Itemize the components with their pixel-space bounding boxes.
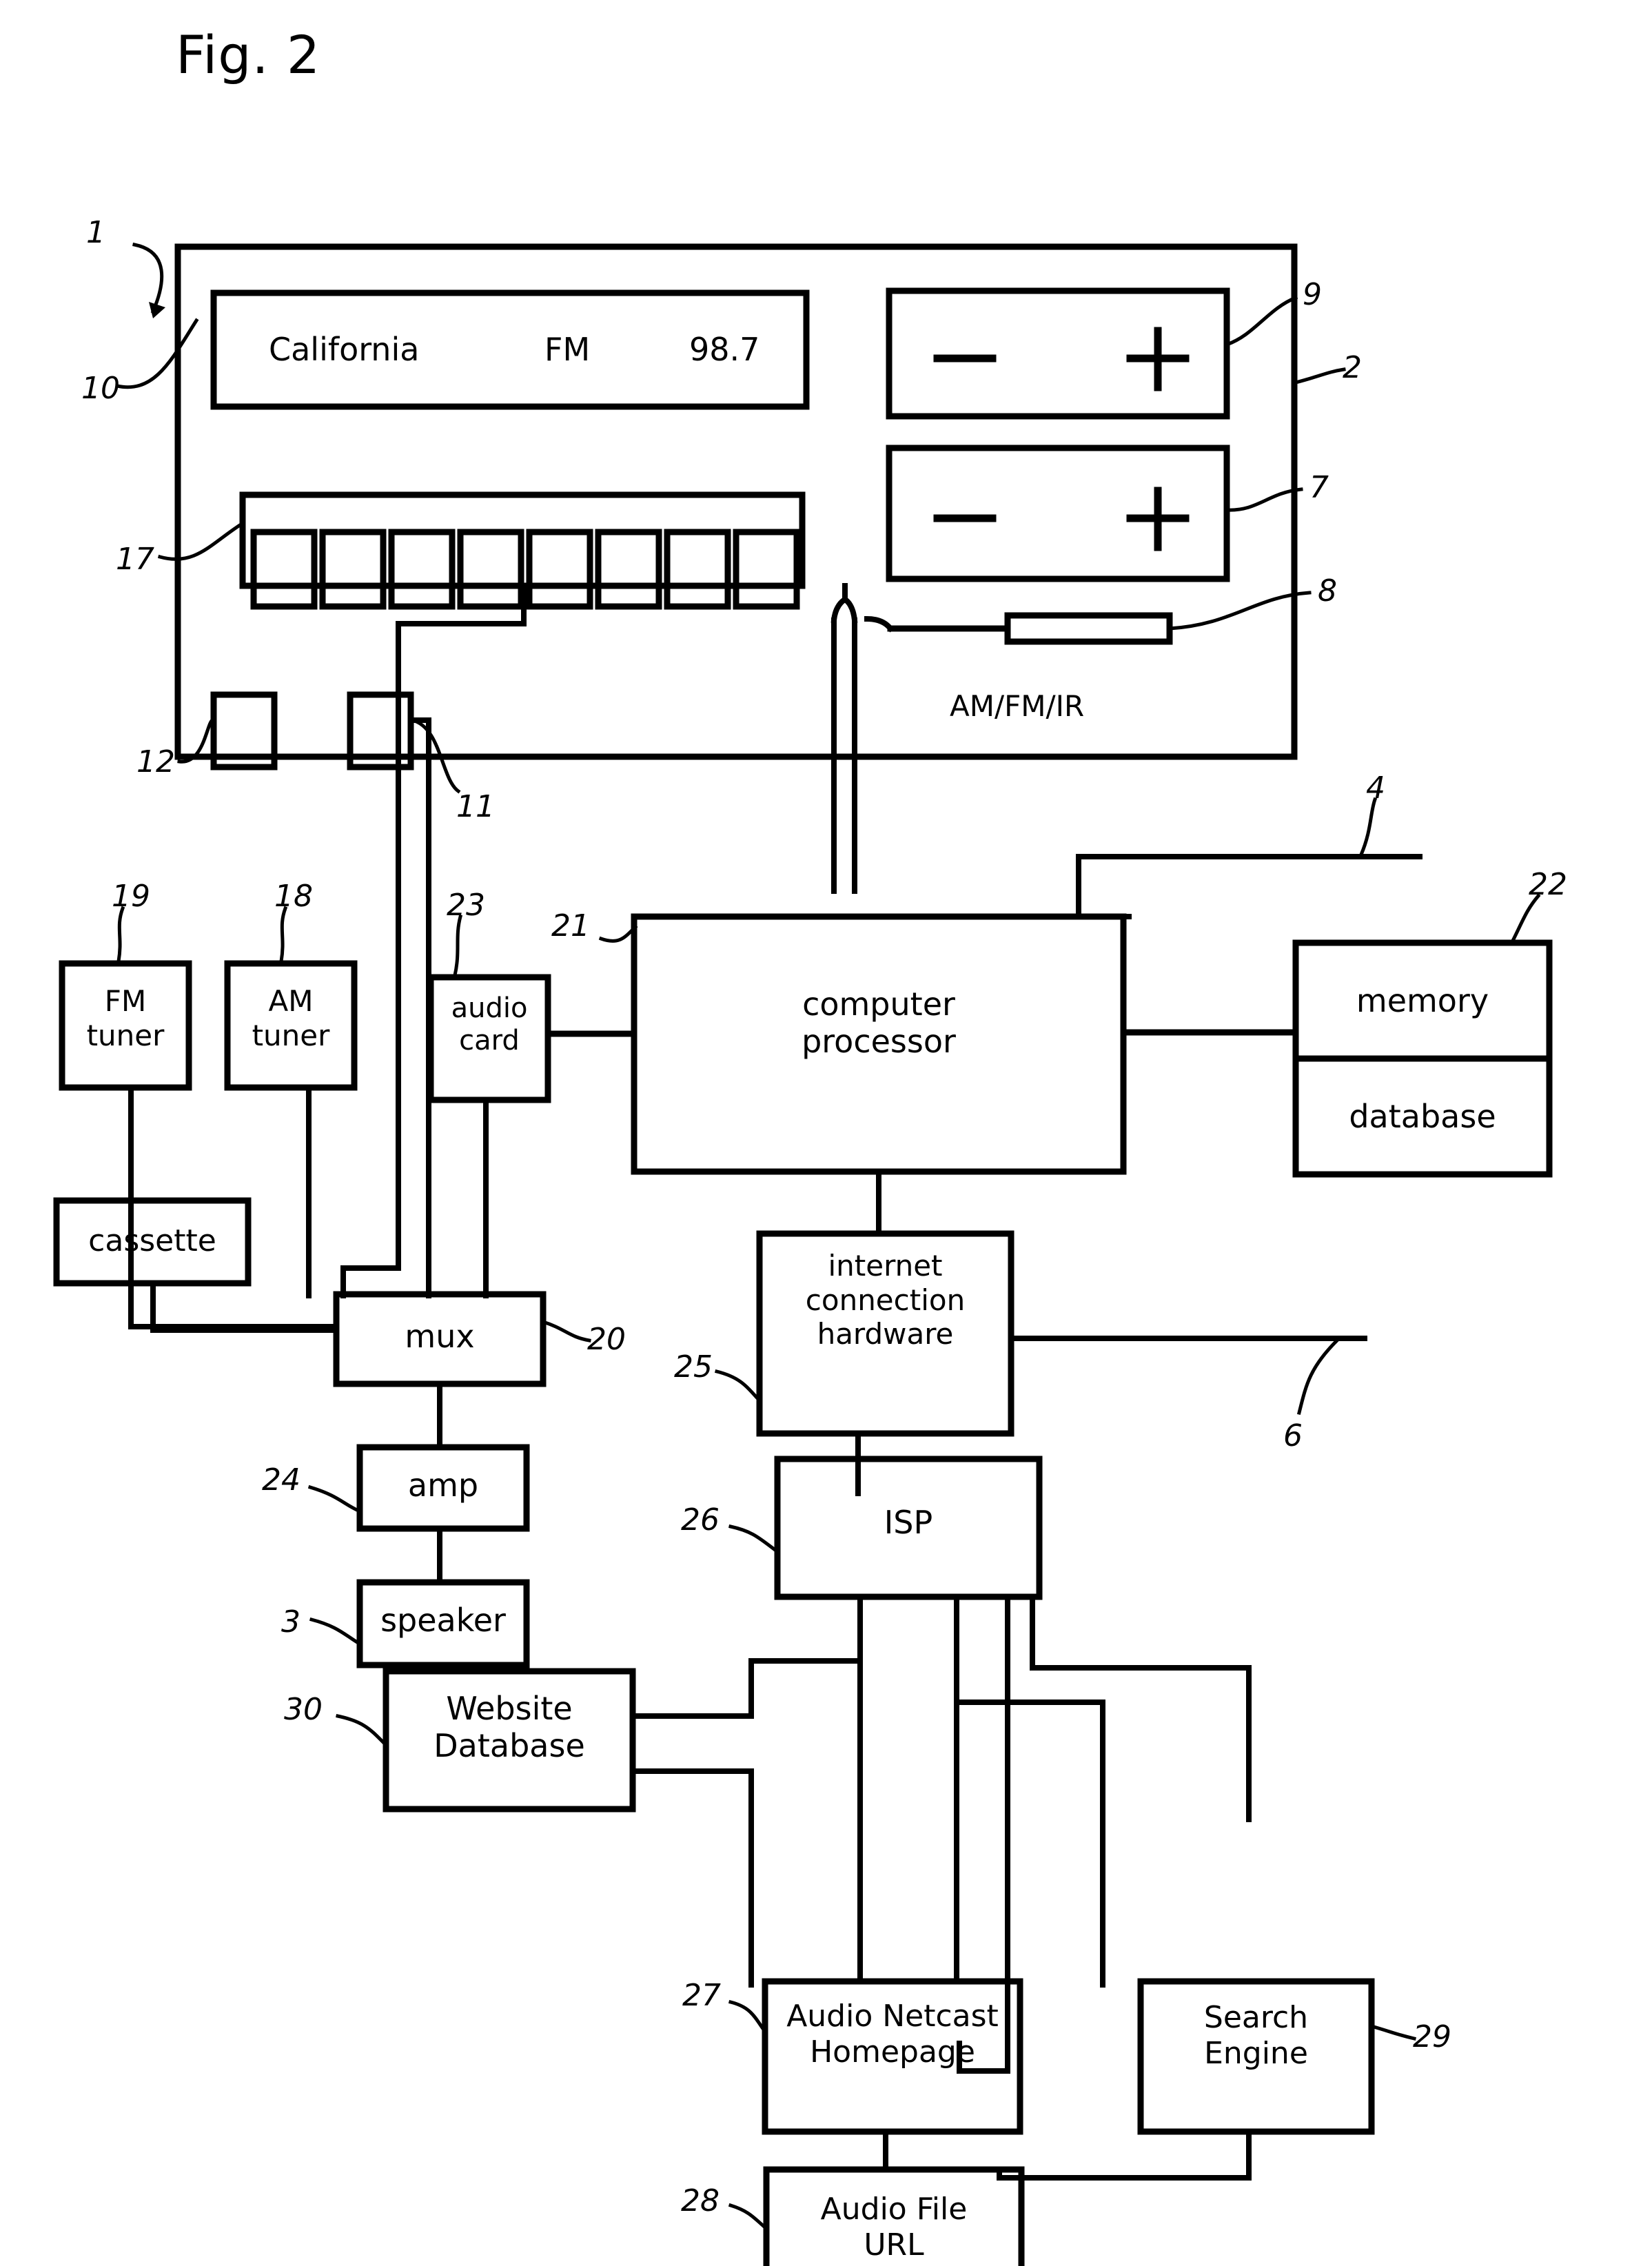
ref-29: 29 [1413,2019,1451,2054]
block-amp [356,1444,530,1532]
block-fm-tuner [59,960,192,1091]
mode-switch [1004,612,1173,645]
block-computer-processor [631,913,1127,1175]
preset-button-3 [388,529,456,610]
preset-button-8 [733,529,800,610]
block-internet-connection-hardware [756,1230,1014,1437]
ref-19: 19 [112,879,150,914]
preset-button-4 [457,529,524,610]
preset-button-2 [319,529,387,610]
display-station: California [269,331,420,368]
ref-6: 6 [1283,1418,1303,1453]
display-frequency: 98.7 [689,331,760,368]
preset-button-1 [250,529,318,610]
preset-button-6 [595,529,662,610]
block-speaker [356,1579,530,1668]
patent-figure-page: Fig. 2 California FM 98.7 AM/FM/IR FM tu… [0,0,1652,2266]
ref-26: 26 [681,1502,720,1538]
preset-button-5 [526,529,593,610]
ref-22: 22 [1529,867,1567,902]
ref-12: 12 [136,744,175,779]
ref-18: 18 [274,879,313,914]
block-memory [1292,939,1553,1062]
ref-3: 3 [281,1604,300,1640]
ref-27: 27 [682,1978,721,2013]
ref-10: 10 [81,371,120,406]
ref-21: 21 [551,908,590,943]
block-audio-netcast-homepage [762,1978,1023,2135]
ref-9: 9 [1303,277,1322,312]
block-mux [333,1291,547,1387]
block-isp [774,1456,1043,1600]
control-pad-tuning [886,445,1230,582]
block-search-engine [1137,1978,1375,2135]
preset-button-7 [664,529,731,610]
block-audio-file-url [763,2166,1025,2266]
ref-25: 25 [674,1349,713,1385]
block-database [1292,1055,1553,1178]
device-enclosure [174,243,1298,760]
ref-20: 20 [587,1322,626,1357]
diagram-line-layer [53,243,1553,2266]
ref-8: 8 [1318,573,1337,609]
ref-28: 28 [681,2183,720,2218]
control-pad-volume [886,287,1230,420]
ref-30: 30 [284,1692,323,1727]
mode-switch-label: AM/FM/IR [950,689,1085,723]
ref-17: 17 [116,542,154,577]
block-audio-card [427,974,551,1103]
ref-2: 2 [1343,350,1362,385]
ref-1: 1 [86,215,105,250]
block-cassette [53,1197,252,1287]
block-am-tuner [224,960,358,1091]
block-website-database [383,1668,636,1813]
ref-11: 11 [456,789,495,824]
display-band: FM [544,331,591,368]
ref-4: 4 [1366,770,1385,806]
ref-23: 23 [447,888,485,923]
ref-7: 7 [1309,470,1329,505]
ref-24: 24 [262,1462,300,1498]
